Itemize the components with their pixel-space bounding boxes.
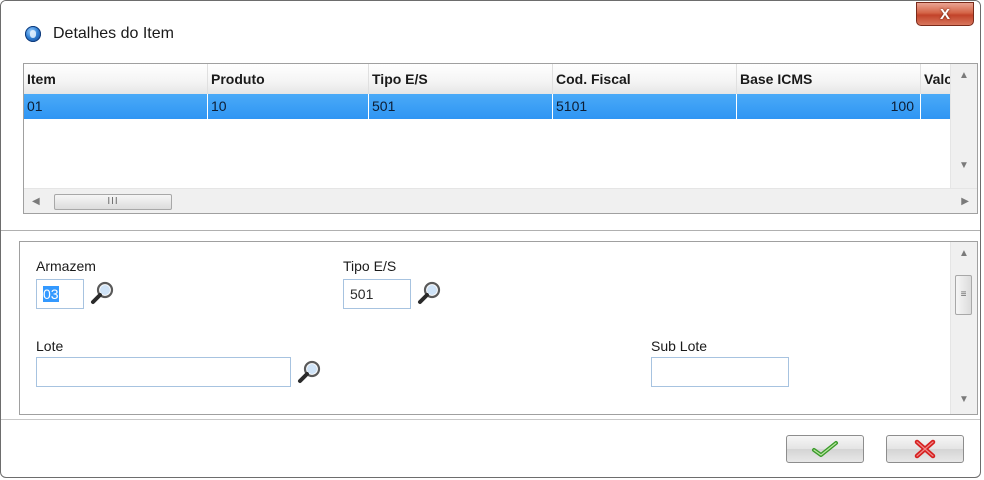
checkmark-icon [812, 441, 838, 457]
sub-lote-label: Sub Lote [651, 338, 708, 354]
scroll-thumb[interactable]: ≡ [955, 275, 972, 315]
armazem-field[interactable]: 03 [36, 279, 84, 309]
cell-tipo-es: 501 [369, 94, 553, 119]
close-button[interactable]: X [916, 2, 974, 26]
tipo-es-label: Tipo E/S [343, 258, 397, 274]
column-header-base-icms[interactable]: Base ICMS [737, 64, 921, 94]
item-details-form: Armazem 03 Tipo E/S 501 Lote Sub Lote ▲ … [19, 241, 978, 415]
scroll-left-icon[interactable]: ◀ [32, 196, 40, 207]
app-globe-icon [25, 26, 41, 42]
column-header-cod-fiscal[interactable]: Cod. Fiscal [553, 64, 737, 94]
close-icon: X [939, 5, 950, 23]
window-title: Detalhes do Item [53, 25, 174, 42]
confirm-button[interactable] [786, 435, 864, 463]
scroll-down-icon[interactable]: ▼ [959, 394, 969, 405]
table-row[interactable]: 01 10 501 5101 100 [24, 94, 952, 119]
cell-valor [921, 94, 952, 119]
divider [1, 230, 980, 231]
magnifier-icon[interactable] [417, 280, 443, 306]
scroll-right-icon[interactable]: ▶ [961, 196, 969, 207]
column-header-produto[interactable]: Produto [208, 64, 369, 94]
grid-vertical-scrollbar[interactable]: ▲ ▼ [950, 64, 977, 188]
cell-item: 01 [24, 94, 208, 119]
items-grid: Item Produto Tipo E/S Cod. Fiscal Base I… [23, 63, 978, 214]
dialog-window: Detalhes do Item X Item Produto Tipo E/S… [0, 0, 981, 478]
form-vertical-scrollbar[interactable]: ▲ ≡ ▼ [950, 242, 977, 414]
magnifier-icon[interactable] [90, 280, 116, 306]
cell-produto: 10 [208, 94, 369, 119]
grid-horizontal-scrollbar[interactable]: ◀ III ▶ [24, 188, 977, 213]
red-x-icon [914, 439, 936, 459]
scroll-thumb[interactable]: III [54, 194, 172, 210]
column-header-tipo-es[interactable]: Tipo E/S [369, 64, 553, 94]
armazem-value: 03 [43, 286, 59, 302]
column-header-item[interactable]: Item [24, 64, 208, 94]
cell-cod-fiscal: 5101 [553, 94, 737, 119]
grid-header: Item Produto Tipo E/S Cod. Fiscal Base I… [24, 64, 952, 95]
scroll-down-icon[interactable]: ▼ [959, 160, 969, 171]
magnifier-icon[interactable] [297, 359, 323, 385]
column-header-valor[interactable]: Valo [921, 64, 952, 94]
lote-field[interactable] [36, 357, 291, 387]
armazem-label: Armazem [36, 258, 96, 274]
lote-label: Lote [36, 338, 64, 354]
scroll-up-icon[interactable]: ▲ [959, 248, 969, 259]
cancel-button[interactable] [886, 435, 964, 463]
tipo-es-field[interactable]: 501 [343, 279, 411, 309]
title-bar: Detalhes do Item X [1, 1, 980, 57]
cell-base-icms: 100 [737, 94, 921, 119]
sub-lote-field[interactable] [651, 357, 789, 387]
divider [1, 419, 980, 420]
scroll-up-icon[interactable]: ▲ [959, 70, 969, 81]
